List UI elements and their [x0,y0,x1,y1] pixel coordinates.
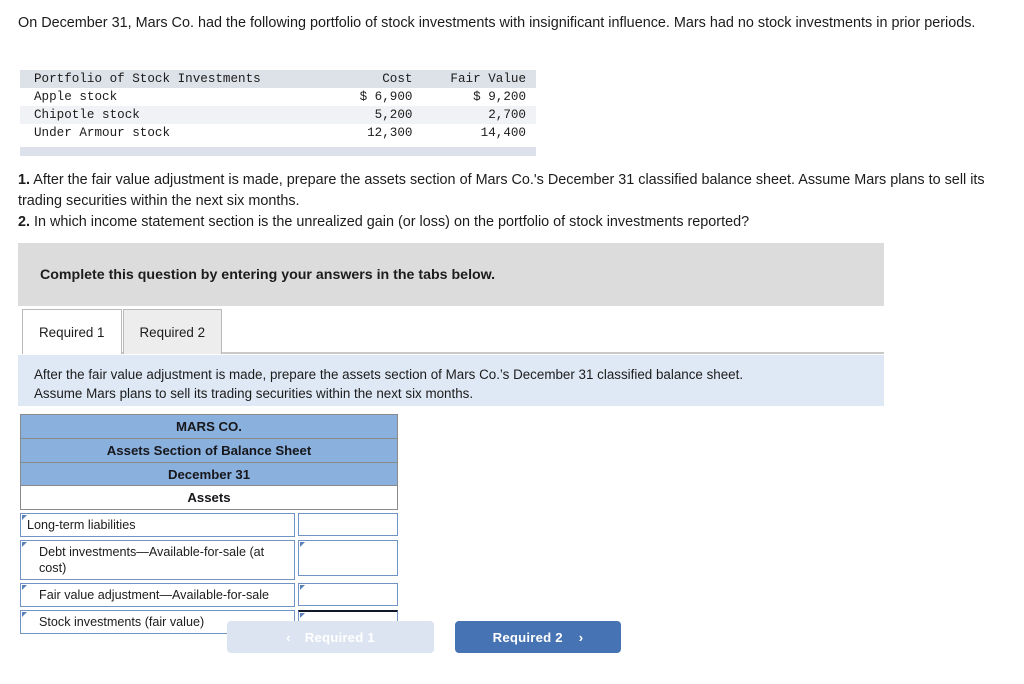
portfolio-table: Portfolio of Stock Investments Cost Fair… [20,70,536,142]
question-2: 2. In which income statement section is … [18,212,996,233]
balance-sheet-form: MARS CO. Assets Section of Balance Sheet… [20,414,401,638]
cell-stock-name: Under Armour stock [34,126,171,140]
account-label-input-2[interactable]: Fair value adjustment—Available-for-sale [20,583,295,607]
account-label-input-1[interactable]: Debt investments—Available-for-sale (at … [20,540,295,580]
tab-required-2-label: Required 2 [139,324,206,340]
account-label-text-0: Long-term liabilities [27,518,136,532]
dropdown-marker-icon [300,585,305,590]
dropdown-marker-icon [22,585,27,590]
table-row: Chipotle stock 5,200 2,700 [20,106,536,124]
tab-required-1[interactable]: Required 1 [22,309,122,354]
intro-paragraph: On December 31, Mars Co. had the followi… [18,15,976,31]
account-label-text-2: Fair value adjustment—Available-for-sale [39,588,270,602]
question-1-text: After the fair value adjustment is made,… [18,172,985,209]
dropdown-marker-icon [300,613,305,618]
next-required-2-button[interactable]: Required 2 › [455,621,621,653]
column-header-portfolio: Portfolio of Stock Investments [34,72,261,86]
table-row: Under Armour stock 12,300 14,400 [20,124,536,142]
dropdown-marker-icon [300,542,305,547]
account-label-text-1: Debt investments—Available-for-sale (at … [39,545,265,575]
question-1-number: 1. [18,172,31,188]
dropdown-marker-icon [22,542,27,547]
balance-sheet-input-row: Fair value adjustment—Available-for-sale [20,583,398,607]
requirement-description-panel: After the fair value adjustment is made,… [18,355,884,406]
balance-sheet-input-row: Debt investments—Available-for-sale (at … [20,540,398,580]
table-footer-bar [20,147,536,156]
chevron-left-icon: ‹ [286,629,291,645]
portfolio-table-container: Portfolio of Stock Investments Cost Fair… [20,70,536,156]
account-label-text-3: Stock investments (fair value) [39,615,205,629]
account-amount-input-1[interactable] [298,540,398,576]
question-1: 1. After the fair value adjustment is ma… [18,170,996,212]
balance-sheet-section-header: Assets [20,486,398,510]
cell-cost: 5,200 [374,108,413,122]
requirement-line-2: Assume Mars plans to sell its trading se… [34,386,474,401]
cell-fair-value: 14,400 [480,126,526,140]
requirement-line-1: After the fair value adjustment is made,… [34,367,744,382]
balance-sheet-statement-name: Assets Section of Balance Sheet [20,438,398,462]
cell-cost: $ 6,900 [359,90,413,104]
question-list: 1. After the fair value adjustment is ma… [18,170,996,233]
balance-sheet-input-row: Long-term liabilities [20,513,398,537]
cell-fair-value: $ 9,200 [473,90,526,104]
cell-cost: 12,300 [367,126,413,140]
portfolio-table-head: Portfolio of Stock Investments Cost Fair… [20,70,536,88]
active-tab-underlay [23,352,118,355]
dropdown-marker-icon [22,515,27,520]
dropdown-marker-icon [22,612,27,617]
prev-required-1-button[interactable]: ‹ Required 1 [227,621,434,653]
column-header-fair-value: Fair Value [450,72,526,86]
balance-sheet-date: December 31 [20,462,398,486]
exercise-page: On December 31, Mars Co. had the followi… [0,0,1024,684]
question-2-text: In which income statement section is the… [30,214,750,230]
prev-button-label: Required 1 [304,629,375,645]
tab-bar: Required 1 Required 2 [22,308,884,354]
chevron-right-icon: › [578,629,584,645]
instruction-banner-text: Complete this question by entering your … [40,266,496,283]
next-button-label: Required 2 [492,629,563,645]
tab-required-1-label: Required 1 [39,324,105,340]
question-2-number: 2. [18,214,31,230]
account-label-input-0[interactable]: Long-term liabilities [20,513,295,537]
instruction-banner: Complete this question by entering your … [18,243,884,306]
table-row: Apple stock $ 6,900 $ 9,200 [20,88,536,106]
account-amount-input-2[interactable] [298,583,398,606]
tab-required-2[interactable]: Required 2 [122,309,223,354]
cell-stock-name: Apple stock [34,90,118,104]
cell-stock-name: Chipotle stock [34,108,140,122]
navigation-buttons: ‹ Required 1 Required 2 › [227,621,827,653]
account-amount-input-0[interactable] [298,513,398,536]
column-header-cost: Cost [382,72,413,86]
cell-fair-value: 2,700 [488,108,526,122]
portfolio-table-body: Apple stock $ 6,900 $ 9,200 Chipotle sto… [20,88,536,142]
balance-sheet-company-name: MARS CO. [20,414,398,438]
table-header-row: Portfolio of Stock Investments Cost Fair… [20,70,536,88]
